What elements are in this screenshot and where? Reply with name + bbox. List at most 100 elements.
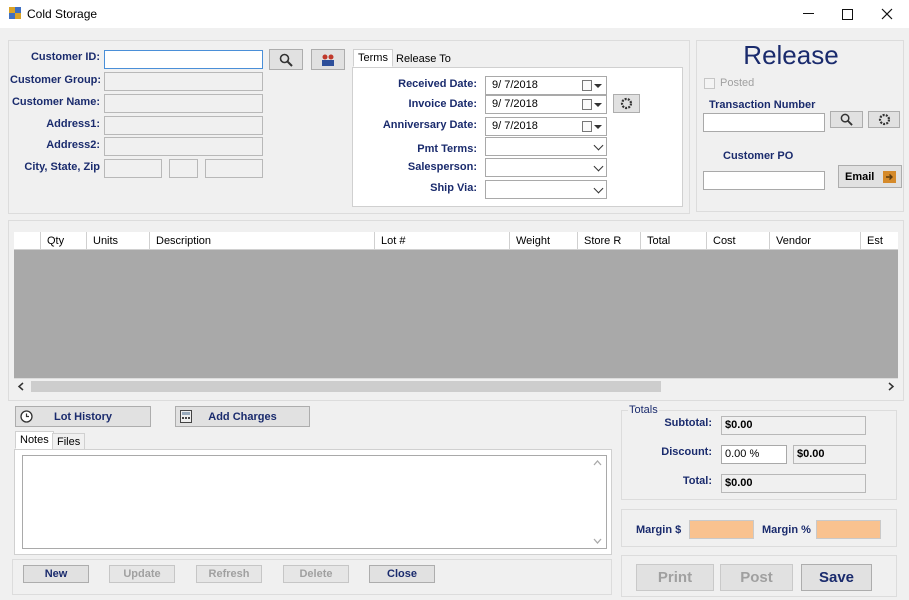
calculator-icon [180,410,192,423]
zip-field [205,159,263,178]
margin-percent-label: Margin % [762,524,811,536]
anniversary-date-value: 9/ 7/2018 [492,120,538,132]
add-charges-label: Add Charges [208,410,277,423]
grid-body[interactable] [14,250,898,378]
column-est[interactable]: Est [860,232,898,250]
chevron-down-icon [594,84,602,88]
invoice-date-value: 9/ 7/2018 [492,98,538,110]
discount-value: $0.00 [793,445,866,464]
pmt-terms-label: Pmt Terms: [417,143,477,155]
total-label: Total: [682,475,712,487]
transaction-settings-button[interactable] [868,111,900,128]
subtotal-value: $0.00 [721,416,866,435]
tab-terms[interactable]: Terms [353,49,393,67]
transaction-number-label: Transaction Number [709,99,816,111]
customer-po-label: Customer PO [723,150,794,162]
address1-field [104,116,263,135]
minimize-icon [802,13,814,14]
invoice-date-label: Invoice Date: [408,98,477,110]
users-icon [322,54,334,66]
total-value: $0.00 [721,474,866,493]
salesperson-select[interactable] [485,158,607,177]
gear-icon [878,113,890,126]
chevron-down-icon[interactable] [593,538,602,544]
notes-textarea[interactable] [22,455,607,549]
transaction-search-button[interactable] [830,111,863,128]
column-description[interactable]: Description [149,232,375,250]
clock-icon [20,410,33,423]
margin-percent-field [816,520,881,539]
state-field [169,159,198,178]
release-heading: Release [743,40,839,70]
close-icon [881,8,893,20]
posted-checkbox[interactable] [704,78,715,89]
notes-scrollbar[interactable] [589,456,606,548]
customer-id-label: Customer ID: [30,51,100,63]
city-field [104,159,162,178]
title-bar: Cold Storage [0,0,909,28]
received-date-picker[interactable]: 9/ 7/2018 [485,76,607,95]
tab-notes[interactable]: Notes [15,431,54,449]
app-icon [9,7,21,19]
chevron-down-icon [594,125,602,129]
address2-label: Address2: [46,139,100,151]
column-vendor[interactable]: Vendor [769,232,861,250]
ship-via-select[interactable] [485,180,607,199]
anniversary-date-picker[interactable]: 9/ 7/2018 [485,117,607,136]
address1-label: Address1: [46,118,100,130]
add-charges-button[interactable]: Add Charges [175,406,310,427]
print-button[interactable]: Print [636,564,714,591]
scrollbar-thumb[interactable] [31,381,661,392]
chevron-down-icon [594,103,602,107]
calendar-icon [582,80,592,91]
invoice-date-picker[interactable]: 9/ 7/2018 [485,95,607,114]
delete-button[interactable]: Delete [283,565,349,583]
maximize-icon [841,8,853,20]
tab-release-to[interactable]: Release To [392,51,455,67]
customer-group-field [104,72,263,91]
column-cost[interactable]: Cost [706,232,770,250]
column-units[interactable]: Units [86,232,150,250]
subtotal-label: Subtotal: [664,417,712,429]
save-button[interactable]: Save [801,564,872,591]
pmt-terms-select[interactable] [485,137,607,156]
calendar-icon [582,121,592,132]
grid-header: Qty Units Description Lot # Weight Store… [14,232,898,250]
close-window-button[interactable] [864,0,909,28]
discount-label: Discount: [661,446,712,458]
salesperson-label: Salesperson: [407,161,477,173]
customer-po-input[interactable] [703,171,825,190]
customer-id-input[interactable] [104,50,263,69]
invoice-date-settings-button[interactable] [613,94,640,113]
chevron-up-icon[interactable] [593,460,602,466]
city-state-zip-label: City, State, Zip [24,161,100,173]
export-icon [883,171,896,183]
search-icon [840,113,853,126]
transaction-number-input[interactable] [703,113,825,132]
customer-search-button[interactable] [269,49,303,70]
post-button[interactable]: Post [720,564,793,591]
chevron-left-icon[interactable] [17,382,25,391]
email-button[interactable]: Email [838,165,902,188]
lot-history-button[interactable]: Lot History [15,406,151,427]
customer-group-label: Customer Group: [10,74,102,86]
customer-lookup-button[interactable] [311,49,345,70]
grid-row-header [14,232,40,250]
email-button-label: Email [845,170,875,183]
discount-percent-input[interactable]: 0.00 % [721,445,787,464]
margin-dollar-field [689,520,754,539]
chevron-right-icon[interactable] [887,382,895,391]
refresh-button[interactable]: Refresh [196,565,262,583]
column-total[interactable]: Total [640,232,710,250]
column-store-r[interactable]: Store R [577,232,640,250]
horizontal-scrollbar[interactable] [14,378,898,394]
customer-name-label: Customer Name: [11,96,100,108]
calendar-icon [582,99,592,110]
column-weight[interactable]: Weight [509,232,577,250]
close-button[interactable]: Close [369,565,435,583]
update-button[interactable]: Update [109,565,175,583]
column-lot-number[interactable]: Lot # [374,232,510,250]
margin-dollar-label: Margin $ [636,524,682,536]
new-button[interactable]: New [23,565,89,583]
totals-group-label: Totals [628,404,659,416]
